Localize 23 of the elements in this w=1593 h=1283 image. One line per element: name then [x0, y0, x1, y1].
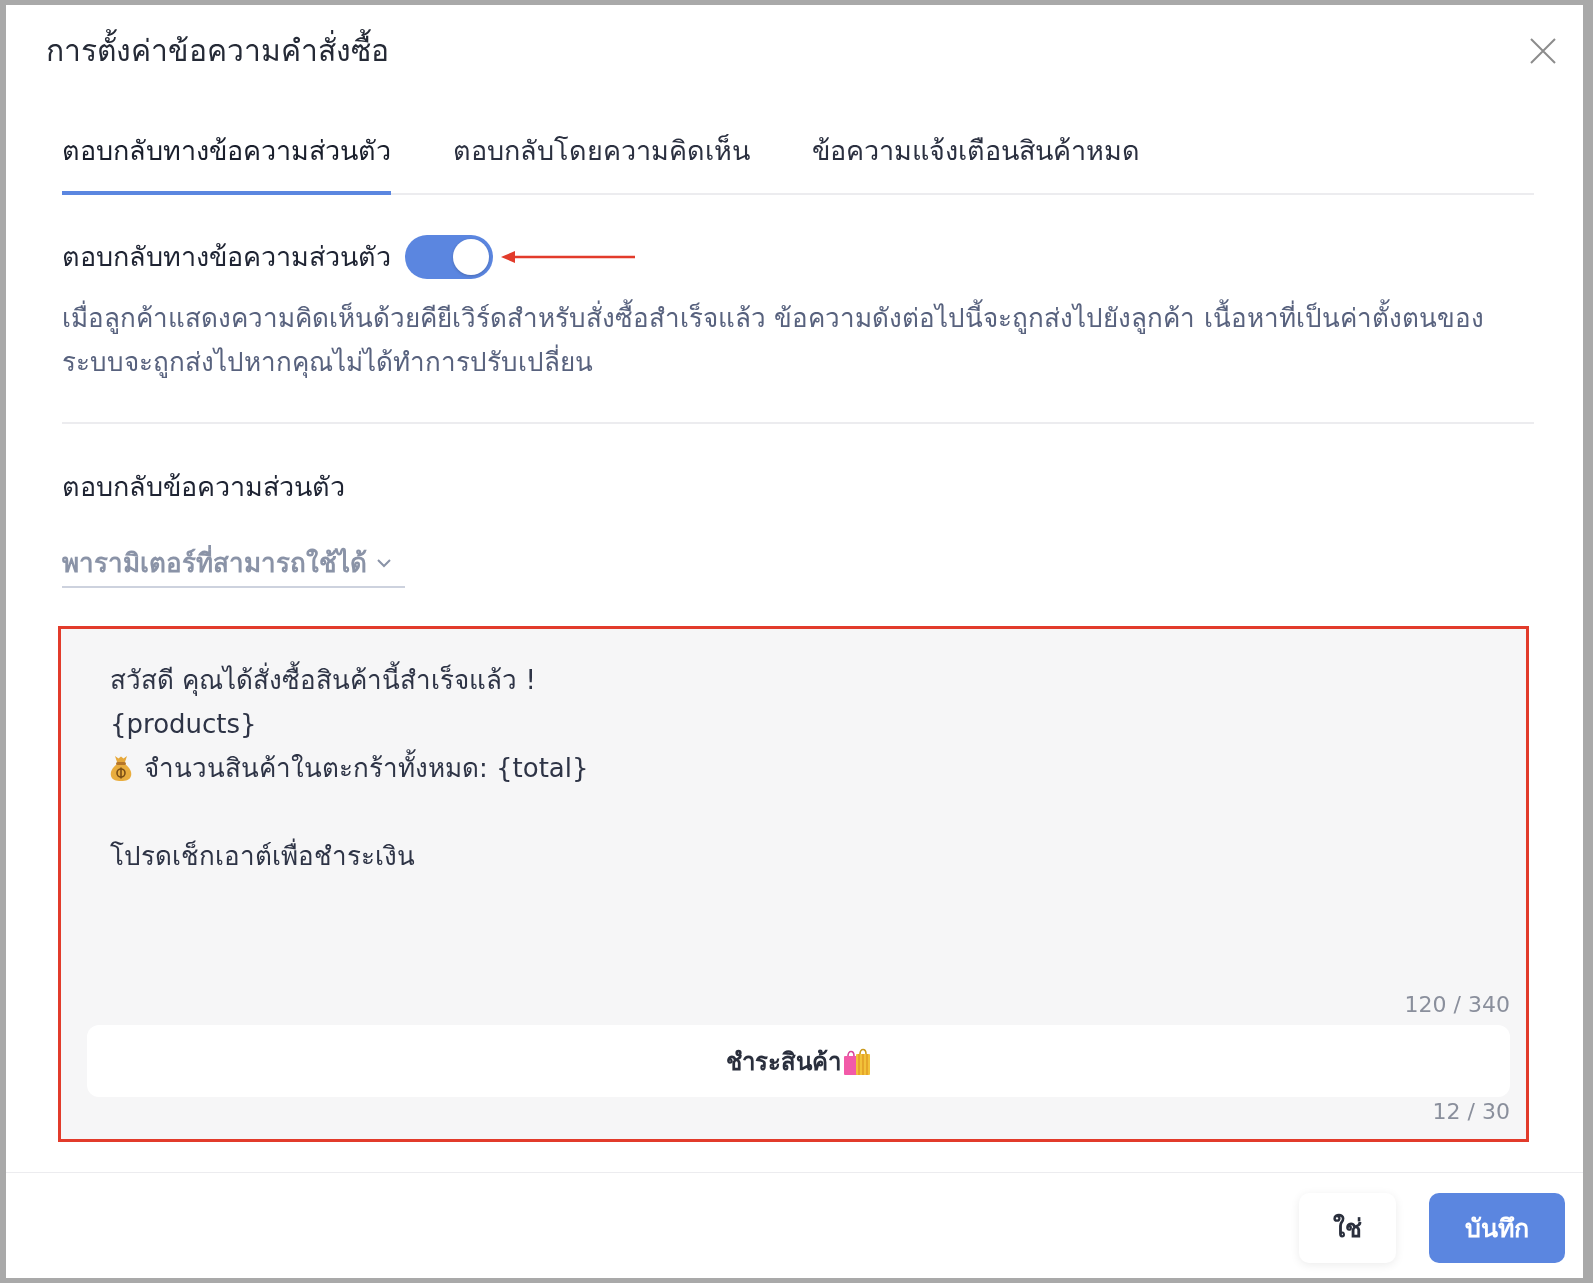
toggle-switch[interactable] — [405, 235, 493, 279]
chevron-down-icon — [377, 558, 391, 568]
close-icon — [1529, 37, 1557, 65]
message-line: สวัสดี คุณได้สั่งซื้อสินค้านี้สำเร็จแล้ว ! — [110, 658, 1510, 702]
description-text: เมื่อลูกค้าแสดงความคิดเห็นด้วยคียีเวิร์ดสำหรับสั่งซื้อสำเร็จแล้ว ข้อความดังต่อไปนี้จะถูกส่งไปยังลูกค้า เนื้อหาที่เป็นค่าตั้งตนของระบบจะถูกส่งไปหากคุณไม่ได้ทำการปรับเปลี่ยน — [62, 296, 1502, 384]
message-line: โปรดเช็กเอาต์เพื่อชำระเงิน — [110, 834, 1510, 878]
tab[interactable]: ตอบกลับโดยความคิดเห็น — [453, 133, 750, 195]
close-button[interactable] — [1529, 37, 1557, 65]
button-text-field[interactable]: ชำระสินค้า — [87, 1025, 1510, 1097]
confirm-button[interactable]: ใช่ — [1299, 1193, 1396, 1263]
save-button[interactable]: บันทึก — [1429, 1193, 1565, 1263]
money-bag-icon — [110, 755, 132, 781]
section-label: ตอบกลับข้อความส่วนตัว — [62, 470, 346, 504]
shopping-bags-icon — [843, 1047, 871, 1075]
message-line: {products} — [110, 708, 258, 741]
character-count: 12 / 30 — [1432, 1098, 1510, 1126]
character-count: 120 / 340 — [1404, 991, 1510, 1019]
tab[interactable]: ตอบกลับทางข้อความส่วนตัว — [62, 133, 391, 195]
message-line: จำนวนสินค้าในตะกร้าทั้งหมด: {total} — [144, 746, 589, 790]
tab[interactable]: ข้อความแจ้งเตือนสินค้าหมด — [812, 133, 1140, 195]
message-editor[interactable]: สวัสดี คุณได้สั่งซื้อสินค้านี้สำเร็จแล้ว ! {products} จำนวนสินค้าในตะกร้าทั้งหมด: {total} โปรดเช็กเอาต์เพื่อชำระเงิน 120 / 340 ชำระสินค้า 12 / 30 — [58, 626, 1529, 1142]
dialog-title: การตั้งค่าข้อความคำสั่งซื้อ — [46, 31, 389, 71]
toggle-label: ตอบกลับทางข้อความส่วนตัว — [62, 240, 391, 274]
